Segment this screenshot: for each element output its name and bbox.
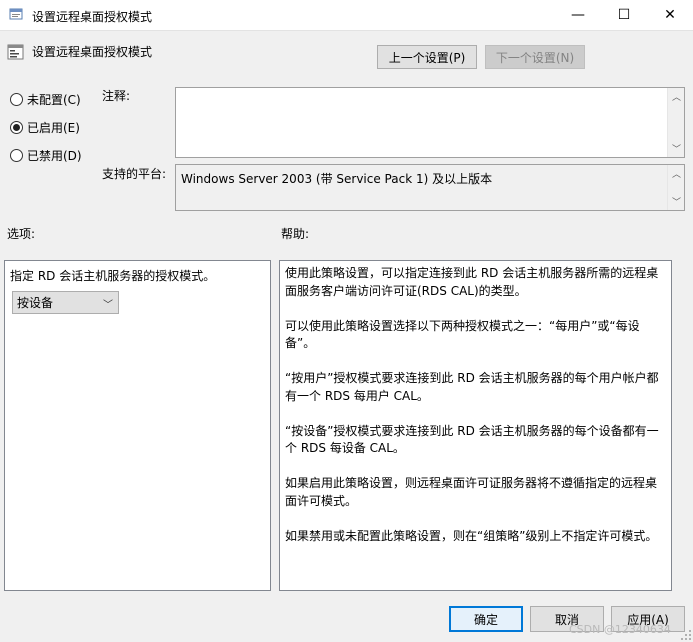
previous-setting-label: 上一个设置(P) xyxy=(388,50,466,65)
next-setting-label: 下一个设置(N) xyxy=(495,50,575,65)
platform-field: Windows Server 2003 (带 Service Pack 1) 及… xyxy=(175,164,685,211)
radio-label: 未配置(C) xyxy=(27,93,81,107)
scroll-up-icon[interactable]: ︿ xyxy=(668,88,685,105)
help-panel: 使用此策略设置，可以指定连接到此 RD 会话主机服务器所需的远程桌面服务客户端访… xyxy=(279,260,672,591)
options-heading: 选项: xyxy=(7,227,36,241)
close-button[interactable]: ✕ xyxy=(647,0,693,30)
ok-button[interactable]: 确定 xyxy=(449,606,523,632)
ok-label: 确定 xyxy=(473,612,498,627)
scroll-down-icon[interactable]: ﹀ xyxy=(668,140,685,157)
help-paragraph: 可以使用此策略设置选择以下两种授权模式之一：“每用户”或“每设备”。 xyxy=(285,318,640,351)
comment-textarea[interactable]: ︿ ﹀ xyxy=(175,87,685,158)
watermark: CSDN @12340634 xyxy=(569,623,671,636)
maximize-icon: ☐ xyxy=(617,7,631,23)
platform-value: Windows Server 2003 (带 Service Pack 1) 及… xyxy=(181,172,493,186)
chevron-down-icon: ﹀ xyxy=(103,300,113,311)
maximize-button[interactable]: ☐ xyxy=(601,0,647,30)
radio-label: 已禁用(D) xyxy=(27,149,82,163)
platform-scrollbar[interactable]: ︿ ﹀ xyxy=(667,165,684,210)
help-heading: 帮助: xyxy=(281,227,310,241)
window-title: 设置远程桌面授权模式 xyxy=(32,10,153,24)
minimize-button[interactable]: — xyxy=(555,0,601,30)
options-description: 指定 RD 会话主机服务器的授权模式。 xyxy=(10,269,216,283)
radio-enabled[interactable]: 已启用(E) xyxy=(10,119,80,136)
title-bar[interactable]: 设置远程桌面授权模式 — ☐ ✕ xyxy=(0,0,693,30)
minimize-icon: — xyxy=(571,7,585,23)
radio-selected-dot xyxy=(13,124,20,131)
help-paragraph: “按用户”授权模式要求连接到此 RD 会话主机服务器的每个用户帐户都有一个 RD… xyxy=(285,371,659,403)
radio-not-configured[interactable]: 未配置(C) xyxy=(10,91,81,108)
next-setting-button[interactable]: 下一个设置(N) xyxy=(485,45,585,69)
previous-setting-button[interactable]: 上一个设置(P) xyxy=(377,45,477,69)
scroll-up-icon[interactable]: ︿ xyxy=(668,165,685,182)
platform-label: 支持的平台: xyxy=(102,167,167,181)
comment-scrollbar[interactable]: ︿ ﹀ xyxy=(667,88,684,157)
help-paragraph: 如果启用此策略设置，则远程桌面许可证服务器将不遵循指定的远程桌面许可模式。 xyxy=(285,476,658,508)
comment-label: 注释: xyxy=(102,89,131,103)
radio-circle[interactable] xyxy=(10,93,23,106)
help-paragraph: 使用此策略设置，可以指定连接到此 RD 会话主机服务器所需的远程桌面服务客户端访… xyxy=(285,266,659,298)
radio-label: 已启用(E) xyxy=(27,121,80,135)
policy-title: 设置远程桌面授权模式 xyxy=(32,45,153,59)
close-icon: ✕ xyxy=(664,7,676,23)
resize-grip-icon[interactable] xyxy=(681,630,691,640)
policy-setting-icon xyxy=(7,44,24,60)
help-text: 使用此策略设置，可以指定连接到此 RD 会话主机服务器所需的远程桌面服务客户端访… xyxy=(285,265,668,563)
radio-circle[interactable] xyxy=(10,121,23,134)
radio-disabled[interactable]: 已禁用(D) xyxy=(10,147,82,164)
scroll-down-icon[interactable]: ﹀ xyxy=(668,193,685,210)
title-divider xyxy=(0,30,693,31)
options-panel: 指定 RD 会话主机服务器的授权模式。 按设备 ﹀ xyxy=(4,260,271,591)
help-paragraph: 如果禁用或未配置此策略设置，则在“组策略”级别上不指定许可模式。 xyxy=(285,528,658,543)
policy-app-icon xyxy=(9,8,23,20)
help-scrollbar[interactable] xyxy=(672,260,689,591)
help-paragraph: “按设备”授权模式要求连接到此 RD 会话主机服务器的每个设备都有一个 RDS … xyxy=(285,423,659,456)
licensing-mode-select[interactable]: 按设备 ﹀ xyxy=(12,291,119,314)
licensing-mode-value: 按设备 xyxy=(17,296,54,310)
radio-circle[interactable] xyxy=(10,149,23,162)
